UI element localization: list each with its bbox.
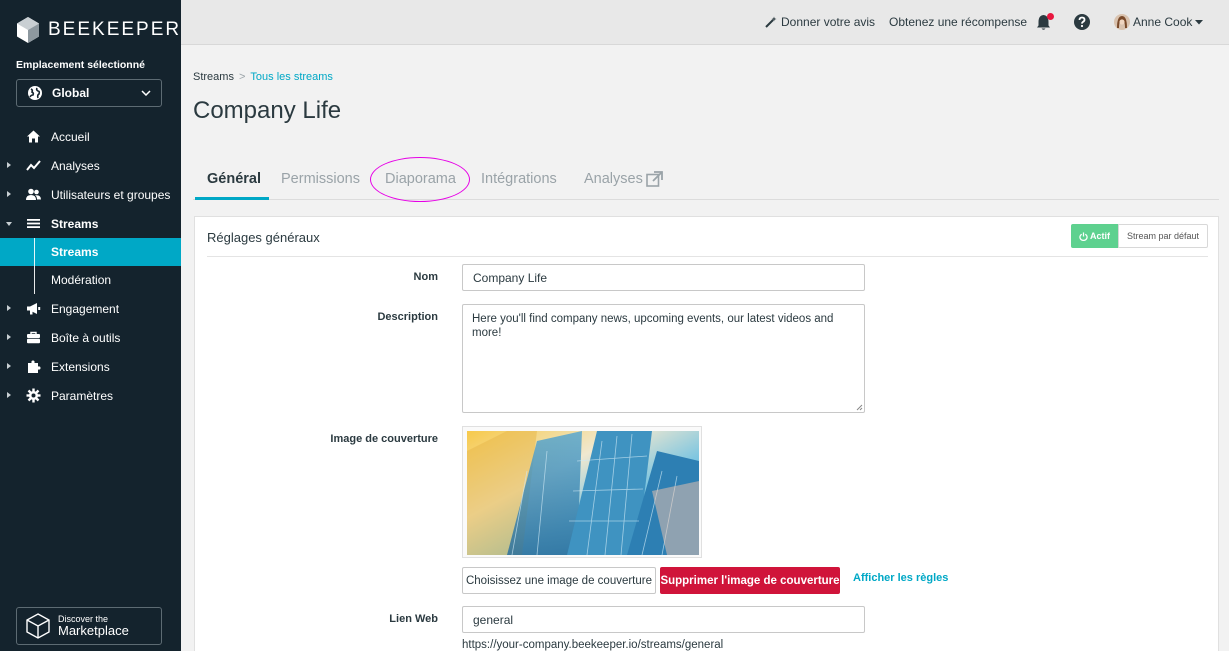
sidebar-item-settings[interactable]: Paramètres bbox=[0, 381, 181, 410]
home-icon bbox=[27, 130, 40, 143]
chart-line-icon bbox=[26, 160, 41, 171]
sidebar-item-label: Extensions bbox=[51, 359, 110, 374]
web-link-input[interactable]: general bbox=[462, 606, 865, 633]
panel-title: Réglages généraux bbox=[207, 230, 320, 245]
globe-icon bbox=[28, 86, 42, 100]
sidebar-item-engagement[interactable]: Engagement bbox=[0, 294, 181, 323]
sidebar-item-home[interactable]: Accueil bbox=[0, 122, 181, 151]
tab-permissions[interactable]: Permissions bbox=[281, 171, 360, 187]
description-label: Description bbox=[377, 311, 438, 323]
cover-image-label: Image de couverture bbox=[330, 433, 438, 445]
help-button[interactable] bbox=[1074, 14, 1090, 30]
sidebar-item-label: Modération bbox=[51, 273, 112, 287]
sidebar-item-label: Accueil bbox=[51, 129, 90, 144]
location-label: Emplacement sélectionné bbox=[16, 59, 145, 71]
name-label: Nom bbox=[413, 271, 438, 283]
description-textarea[interactable]: Here you'll find company news, upcoming … bbox=[462, 304, 865, 413]
caret-right-icon bbox=[7, 334, 11, 340]
puzzle-icon bbox=[28, 360, 41, 373]
sidebar-item-users-groups[interactable]: Utilisateurs et groupes bbox=[0, 180, 181, 209]
annotation-highlight-circle bbox=[370, 157, 470, 202]
sidebar-item-label: Streams bbox=[51, 245, 99, 259]
magic-wand-icon bbox=[765, 16, 777, 28]
caret-right-icon bbox=[7, 363, 11, 369]
tab-integrations[interactable]: Intégrations bbox=[481, 171, 557, 187]
sidebar-nav: Accueil Analyses Utilisateurs et groupes… bbox=[0, 122, 181, 410]
beekeeper-logo[interactable]: BEEKEEPER bbox=[16, 16, 181, 44]
chevron-down-icon bbox=[141, 90, 151, 96]
user-name: Anne Cook bbox=[1133, 15, 1193, 29]
breadcrumb-all-streams-link[interactable]: Tous les streams bbox=[250, 71, 333, 83]
sidebar-subitem-moderation[interactable]: Modération bbox=[0, 266, 181, 294]
user-menu[interactable]: Anne Cook bbox=[1114, 14, 1204, 30]
external-link-icon bbox=[646, 171, 663, 187]
reward-link[interactable]: Obtenez une récompense bbox=[889, 15, 1027, 29]
sidebar-item-label: Engagement bbox=[51, 301, 120, 316]
stream-status-toggle: Actif Stream par défaut bbox=[1071, 224, 1208, 248]
megaphone-icon bbox=[27, 303, 41, 315]
sidebar-item-toolbox[interactable]: Boîte à outils bbox=[0, 323, 181, 352]
reward-label: Obtenez une récompense bbox=[889, 15, 1028, 29]
breadcrumb-separator: > bbox=[238, 71, 246, 83]
avatar bbox=[1114, 14, 1130, 30]
sidebar: BEEKEEPER Emplacement sélectionné Global… bbox=[0, 0, 181, 651]
sidebar-item-label: Utilisateurs et groupes bbox=[51, 187, 171, 202]
marketplace-cube-icon bbox=[26, 613, 50, 639]
sidebar-item-label: Paramètres bbox=[51, 388, 114, 403]
choose-cover-button[interactable]: Choisissez une image de couverture bbox=[462, 567, 656, 594]
web-link-url: https://your-company.beekeeper.io/stream… bbox=[462, 639, 724, 651]
cover-image bbox=[462, 426, 702, 558]
caret-down-icon bbox=[6, 222, 12, 226]
web-link-label: Lien Web bbox=[389, 613, 438, 625]
caret-right-icon bbox=[7, 392, 11, 398]
sidebar-item-label: Analyses bbox=[51, 158, 100, 173]
sidebar-item-extensions[interactable]: Extensions bbox=[0, 352, 181, 381]
tab-analytics[interactable]: Analyses bbox=[584, 171, 663, 187]
marketplace-button[interactable]: Discover the Marketplace bbox=[16, 607, 162, 645]
active-label: Actif bbox=[1090, 231, 1110, 241]
users-icon bbox=[26, 188, 41, 200]
gear-icon bbox=[26, 388, 41, 403]
default-stream-button[interactable]: Stream par défaut bbox=[1118, 224, 1208, 248]
breadcrumb-root[interactable]: Streams bbox=[193, 71, 234, 83]
logo-text: BEEKEEPER bbox=[48, 19, 182, 40]
panel-divider bbox=[207, 256, 1208, 257]
breadcrumb: Streams > Tous les streams bbox=[193, 71, 333, 83]
sidebar-subitem-streams[interactable]: Streams bbox=[0, 238, 181, 266]
location-select[interactable]: Global bbox=[16, 79, 162, 107]
sidebar-item-analytics[interactable]: Analyses bbox=[0, 151, 181, 180]
delete-cover-button[interactable]: Supprimer l'image de couverture bbox=[660, 567, 840, 594]
sidebar-item-label: Boîte à outils bbox=[51, 330, 121, 345]
resize-handle-icon[interactable] bbox=[855, 403, 863, 411]
feedback-link[interactable]: Donner votre avis bbox=[765, 15, 875, 29]
caret-right-icon bbox=[7, 162, 11, 168]
toolbox-icon bbox=[27, 331, 40, 344]
sidebar-item-label: Streams bbox=[51, 216, 99, 231]
active-button[interactable]: Actif bbox=[1071, 224, 1118, 248]
page-title: Company Life bbox=[193, 97, 342, 124]
sidebar-item-streams[interactable]: Streams bbox=[0, 209, 181, 238]
feedback-label: Donner votre avis bbox=[781, 15, 876, 29]
tab-analytics-label: Analyses bbox=[584, 171, 643, 187]
list-icon bbox=[27, 219, 40, 228]
notification-dot bbox=[1047, 13, 1054, 20]
marketplace-line2: Marketplace bbox=[58, 623, 129, 638]
description-text: Here you'll find company news, upcoming … bbox=[472, 313, 834, 339]
caret-right-icon bbox=[7, 305, 11, 311]
location-value: Global bbox=[52, 86, 90, 100]
top-bar bbox=[181, 0, 1229, 45]
power-icon bbox=[1079, 231, 1088, 241]
caret-down-icon bbox=[1195, 19, 1204, 24]
hexagon-logo-icon bbox=[17, 17, 39, 43]
name-input[interactable]: Company Life bbox=[462, 264, 865, 291]
question-circle-icon bbox=[1074, 14, 1090, 30]
tab-general[interactable]: Général bbox=[207, 171, 261, 187]
caret-right-icon bbox=[7, 191, 11, 197]
show-rules-link[interactable]: Afficher les règles bbox=[853, 572, 948, 584]
active-tab-indicator bbox=[195, 197, 269, 200]
cover-image-buildings bbox=[467, 431, 699, 555]
